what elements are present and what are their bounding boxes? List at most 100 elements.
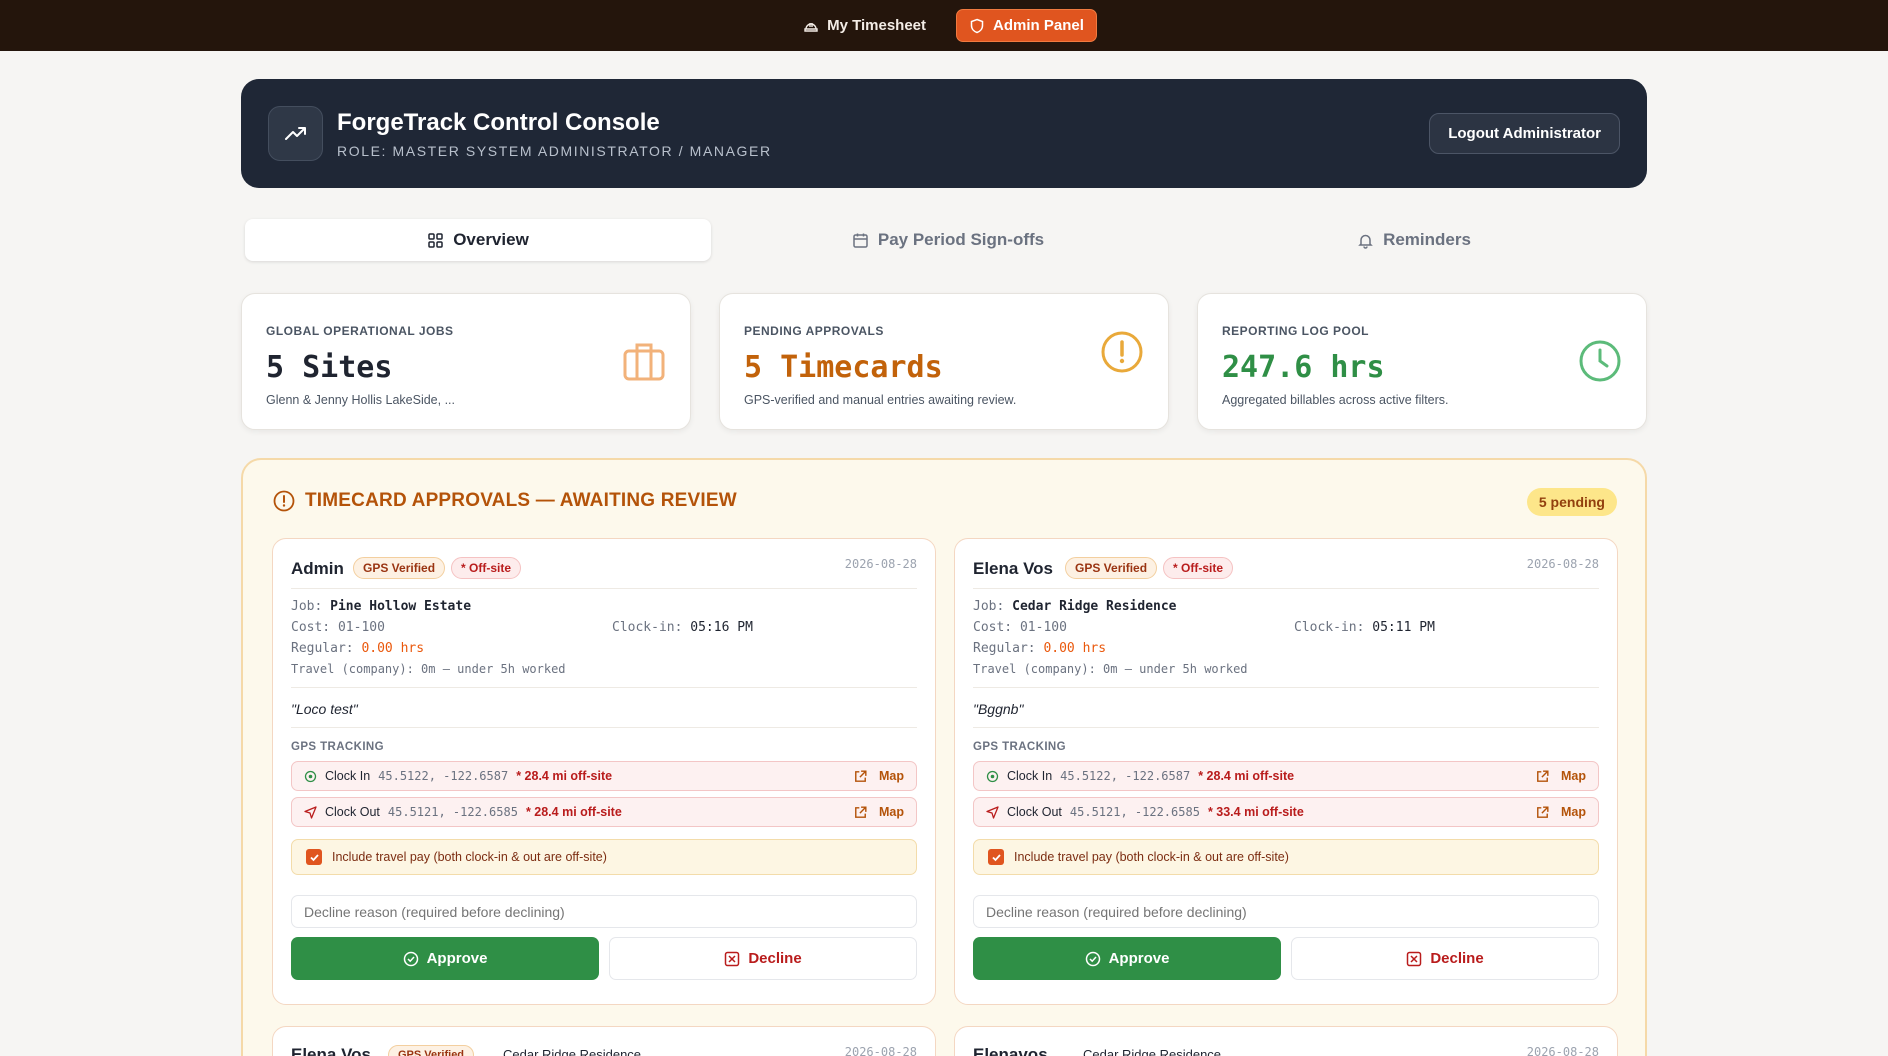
- tab-reminders[interactable]: Reminders: [1181, 216, 1647, 264]
- entry-note: "Loco test": [291, 701, 358, 717]
- alert-circle-icon: [1101, 331, 1143, 373]
- check-circle-icon: [403, 951, 418, 966]
- stat-value: 5 Timecards: [744, 350, 943, 385]
- gps-offsite-distance: * 28.4 mi off-site: [516, 769, 613, 783]
- navigation-icon: [986, 805, 999, 819]
- decline-reason-input[interactable]: [973, 895, 1599, 928]
- console-title: ForgeTrack Control Console: [337, 108, 660, 136]
- job-line: Job: Pine Hollow Estate: [291, 599, 472, 614]
- entry-date: 2026-08-28: [1526, 557, 1599, 571]
- my-timesheet-link[interactable]: My Timesheet: [791, 10, 938, 41]
- map-link[interactable]: Map: [854, 769, 904, 783]
- map-link[interactable]: Map: [854, 805, 904, 819]
- clock-icon: [1579, 340, 1621, 382]
- gps-label: Clock In: [325, 769, 371, 783]
- job-name: Cedar Ridge Residence: [503, 1047, 642, 1056]
- approve-label: Approve: [426, 950, 488, 967]
- gps-verified-badge: GPS Verified: [353, 557, 446, 579]
- stat-desc: Aggregated billables across active filte…: [1222, 393, 1449, 407]
- grid-icon: [428, 232, 443, 248]
- entry-date: 2026-08-28: [844, 557, 917, 571]
- gps-offsite-distance: * 33.4 mi off-site: [1207, 805, 1304, 819]
- stat-label: PENDING APPROVALS: [744, 324, 884, 338]
- gps-label: Clock In: [1007, 769, 1053, 783]
- tab-bar: Overview Pay Period Sign-offs Reminders: [241, 216, 1647, 264]
- stat-cards: GLOBAL OPERATIONAL JOBS 5 Sites Glenn & …: [241, 293, 1647, 430]
- check-circle-icon: [1085, 951, 1100, 966]
- timecard-card-peek: Elena Vos GPS Verified Cedar Ridge Resid…: [272, 1026, 936, 1056]
- hard-hat-icon: [804, 22, 818, 32]
- decline-label: Decline: [748, 950, 802, 967]
- stat-label: REPORTING LOG POOL: [1222, 324, 1370, 338]
- employee-name: Elenavos: [973, 1045, 1048, 1056]
- gps-label: Clock Out: [1007, 805, 1062, 819]
- stat-desc: Glenn & Jenny Hollis LakeSide, ...: [266, 393, 455, 407]
- decline-button[interactable]: Decline: [1291, 937, 1599, 980]
- console-header: ForgeTrack Control Console ROLE: MASTER …: [241, 79, 1647, 188]
- x-square-icon: [725, 951, 740, 966]
- admin-panel-link[interactable]: Admin Panel: [956, 9, 1097, 42]
- regular-line: Regular: 0.00 hrs: [973, 641, 1107, 656]
- alert-circle-icon: [273, 490, 295, 512]
- cost-line: Cost: 01-100: [973, 620, 1067, 635]
- entry-date: 2026-08-28: [844, 1045, 917, 1056]
- gps-clock-out-row: Clock Out 45.5121, -122.6585 * 28.4 mi o…: [291, 797, 917, 827]
- tab-overview[interactable]: Overview: [245, 219, 711, 261]
- my-timesheet-label: My Timesheet: [827, 17, 927, 34]
- approve-label: Approve: [1108, 950, 1170, 967]
- gps-offsite-distance: * 28.4 mi off-site: [1198, 769, 1295, 783]
- approvals-header: TIMECARD APPROVALS — AWAITING REVIEW: [273, 490, 737, 512]
- stat-label: GLOBAL OPERATIONAL JOBS: [266, 324, 454, 338]
- tab-pay-period-signoffs[interactable]: Pay Period Sign-offs: [715, 216, 1181, 264]
- tab-reminders-label: Reminders: [1383, 230, 1471, 249]
- stat-card-hours: REPORTING LOG POOL 247.6 hrs Aggregated …: [1197, 293, 1647, 430]
- travel-pay-checkbox-row[interactable]: Include travel pay (both clock-in & out …: [291, 839, 917, 875]
- job-line: Job: Cedar Ridge Residence: [973, 599, 1177, 614]
- employee-name: Elena Vos: [291, 1045, 371, 1056]
- map-link[interactable]: Map: [1536, 805, 1586, 819]
- divider: [291, 727, 917, 728]
- calendar-icon: [853, 233, 868, 248]
- cost-line: Cost: 01-100: [291, 620, 385, 635]
- map-pin-icon: [304, 770, 317, 782]
- decline-reason-input[interactable]: [291, 895, 917, 928]
- gps-tracking-label: GPS TRACKING: [291, 741, 384, 753]
- travel-pay-checkbox-row[interactable]: Include travel pay (both clock-in & out …: [973, 839, 1599, 875]
- approve-button[interactable]: Approve: [973, 937, 1281, 980]
- decline-label: Decline: [1430, 950, 1484, 967]
- gps-tracking-label: GPS TRACKING: [973, 741, 1066, 753]
- shield-icon: [970, 18, 984, 33]
- checkbox-checked-icon[interactable]: [988, 849, 1004, 865]
- clockin-line: Clock-in: 05:16 PM: [612, 620, 753, 635]
- gps-clock-in-row: Clock In 45.5122, -122.6587 * 28.4 mi of…: [973, 761, 1599, 791]
- timecard-card: Admin GPS Verified * Off-site 2026-08-28…: [272, 538, 936, 1005]
- decline-button[interactable]: Decline: [609, 937, 917, 980]
- map-pin-icon: [986, 770, 999, 782]
- divider: [291, 588, 917, 589]
- checkbox-checked-icon[interactable]: [306, 849, 322, 865]
- x-square-icon: [1407, 951, 1422, 966]
- entry-date: 2026-08-28: [1526, 1045, 1599, 1056]
- map-link[interactable]: Map: [1536, 769, 1586, 783]
- off-site-badge: * Off-site: [1163, 557, 1234, 579]
- employee-name: Admin: [291, 559, 344, 578]
- divider: [291, 687, 917, 688]
- pending-count-badge: 5 pending: [1526, 488, 1617, 516]
- travel-line: Travel (company): 0m — under 5h worked: [291, 662, 566, 676]
- logout-button[interactable]: Logout Administrator: [1429, 113, 1620, 154]
- tab-overview-label: Overview: [453, 230, 529, 249]
- stat-desc: GPS-verified and manual entries awaiting…: [744, 393, 1017, 407]
- approve-button[interactable]: Approve: [291, 937, 599, 980]
- gps-coords: 45.5122, -122.6587: [1060, 769, 1191, 783]
- divider: [973, 687, 1599, 688]
- travel-pay-label: Include travel pay (both clock-in & out …: [1014, 850, 1289, 864]
- external-link-icon: [1537, 805, 1549, 818]
- divider: [973, 727, 1599, 728]
- briefcase-icon: [623, 343, 665, 381]
- role-label: ROLE: MASTER SYSTEM ADMINISTRATOR / MANA…: [337, 142, 772, 159]
- gps-verified-badge: GPS Verified: [388, 1045, 475, 1056]
- clockin-line: Clock-in: 05:11 PM: [1294, 620, 1435, 635]
- travel-pay-label: Include travel pay (both clock-in & out …: [332, 850, 607, 864]
- external-link-icon: [855, 805, 867, 818]
- bell-icon: [1358, 234, 1373, 249]
